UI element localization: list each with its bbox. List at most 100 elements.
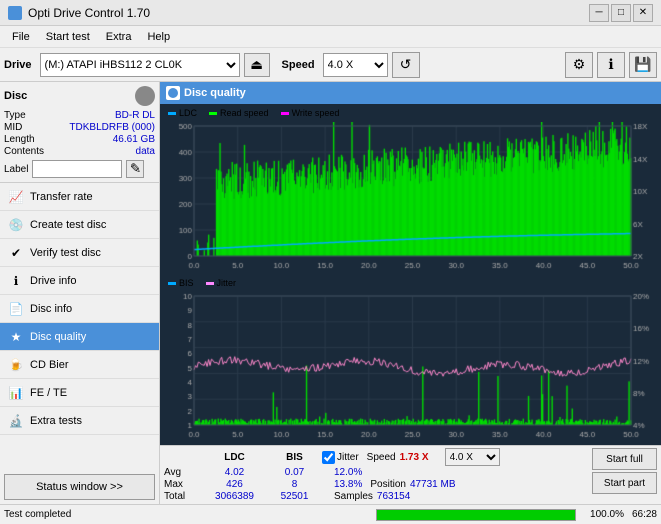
status-percent: 100.0% [584,509,624,520]
nav-item-verify-test-disc[interactable]: ✔ Verify test disc [0,239,159,267]
nav-label-drive-info: Drive info [30,275,76,287]
right-panel: Disc quality LDC Read speed Write speed [160,82,661,504]
legend-ldc: LDC [168,108,197,118]
jitter-checkbox-area: Jitter [322,451,359,464]
status-text: Test completed [4,509,368,520]
disc-contents-label: Contents [4,146,44,157]
legend-read: Read speed [209,108,269,118]
stats-avg-jitter: 12.0% [334,467,362,478]
speed-label: Speed [282,59,315,71]
stats-avg-ldc: 4.02 [202,467,267,478]
position-label: Position [370,479,406,490]
close-button[interactable]: ✕ [633,4,653,22]
nav-item-transfer-rate[interactable]: 📈Transfer rate [0,183,159,211]
menu-bar: File Start test Extra Help [0,26,661,48]
disc-label-input[interactable] [32,160,122,178]
legend-read-label: Read speed [220,108,269,118]
jitter-check-label: Jitter [337,452,359,463]
chart-icon [166,86,180,100]
stats-avg-row: Avg 4.02 0.07 12.0% [164,467,588,478]
start-full-button[interactable]: Start full [592,448,657,470]
stats-total-label: Total [164,491,202,502]
disc-length-row: Length 46.61 GB [4,134,155,145]
menu-extra[interactable]: Extra [98,29,140,45]
bottom-chart-legend: BIS Jitter [162,276,659,290]
nav-label-fe-te: FE / TE [30,387,67,399]
menu-help[interactable]: Help [139,29,178,45]
nav-icon-create-test-disc: 💿 [8,217,24,233]
app-icon [8,6,22,20]
menu-start-test[interactable]: Start test [38,29,98,45]
maximize-button[interactable]: □ [611,4,631,22]
nav-icon-fe-te: 📊 [8,385,24,401]
legend-bis-label: BIS [179,278,194,288]
disc-label-set-button[interactable]: ✎ [126,160,144,178]
refresh-icon[interactable]: ↺ [392,52,420,78]
title-bar-left: Opti Drive Control 1.70 [8,6,150,20]
disc-label-label: Label [4,164,28,175]
menu-file[interactable]: File [4,29,38,45]
nav-item-cd-bier[interactable]: 🍺CD Bier [0,351,159,379]
speed-right-select[interactable]: 4.0 X [445,448,500,466]
disc-type-label: Type [4,110,26,121]
disc-label-row: Label ✎ [4,160,155,178]
chart-title: Disc quality [184,87,246,99]
nav-item-extra-tests[interactable]: 🔬Extra tests [0,407,159,435]
stats-total-ldc: 3066389 [202,491,267,502]
save-icon[interactable]: 💾 [629,52,657,78]
nav-item-fe-te[interactable]: 📊 FE / TE [0,379,159,407]
nav-label-verify-test-disc: Verify test disc [30,247,101,259]
nav-icon-disc-info: 📄 [8,301,24,317]
disc-length-label: Length [4,134,35,145]
toolbar: Drive (M:) ATAPI iHBS112 2 CL0K ⏏ Speed … [0,48,661,82]
ldc-color-swatch [168,112,176,115]
top-chart-container [162,122,659,274]
stats-total-bis: 52501 [267,491,322,502]
read-color-swatch [209,112,217,115]
stats-bis-header: BIS [267,452,322,463]
top-chart-canvas [162,122,659,274]
title-bar: Opti Drive Control 1.70 ─ □ ✕ [0,0,661,26]
nav-label-disc-info: Disc info [30,303,72,315]
stats-max-ldc: 426 [202,479,267,490]
nav-icon-verify-test-disc: ✔ [8,245,24,261]
jitter-color-swatch [206,282,214,285]
disc-type-value: BD-R DL [115,110,155,121]
stats-table: LDC BIS Jitter Speed 1.73 X 4.0 X [164,448,588,502]
nav-icon-cd-bier: 🍺 [8,357,24,373]
legend-ldc-label: LDC [179,108,197,118]
disc-contents-row: Contents data [4,146,155,157]
speed-select[interactable]: 4.0 X [323,53,388,77]
stats-max-label: Max [164,479,202,490]
samples-label: Samples [334,491,373,502]
nav-list: 📈Transfer rate💿Create test disc ✔ Verify t… [0,183,159,435]
stats-header-row: LDC BIS Jitter Speed 1.73 X 4.0 X [164,448,588,466]
write-color-swatch [281,112,289,115]
nav-item-disc-info[interactable]: 📄 Disc info [0,295,159,323]
legend-write: Write speed [281,108,340,118]
main-layout: Disc Type BD-R DL MID TDKBLDRFB (000) Le… [0,82,661,504]
legend-jitter: Jitter [206,278,237,288]
speed-value-stats: 1.73 X [400,452,445,463]
settings-icon[interactable]: ⚙ [565,52,593,78]
status-window-button[interactable]: Status window >> [4,474,155,500]
drive-label: Drive [4,59,36,71]
nav-item-drive-info[interactable]: ℹDrive info [0,267,159,295]
start-part-button[interactable]: Start part [592,472,657,494]
top-chart-legend: LDC Read speed Write speed [162,106,659,120]
eject-button[interactable]: ⏏ [244,53,270,77]
minimize-button[interactable]: ─ [589,4,609,22]
jitter-checkbox[interactable] [322,451,335,464]
info-icon[interactable]: ℹ [597,52,625,78]
stats-ldc-header: LDC [202,452,267,463]
nav-item-disc-quality[interactable]: ★Disc quality [0,323,159,351]
nav-item-create-test-disc[interactable]: 💿Create test disc [0,211,159,239]
left-panel: Disc Type BD-R DL MID TDKBLDRFB (000) Le… [0,82,160,504]
bottom-chart-canvas [162,292,659,443]
charts-area: LDC Read speed Write speed BIS [160,104,661,445]
stats-max-bis: 8 [267,479,322,490]
bottom-chart-container [162,292,659,443]
nav-label-transfer-rate: Transfer rate [30,191,93,203]
stats-buttons: Start full Start part [592,448,657,494]
drive-select[interactable]: (M:) ATAPI iHBS112 2 CL0K [40,53,240,77]
